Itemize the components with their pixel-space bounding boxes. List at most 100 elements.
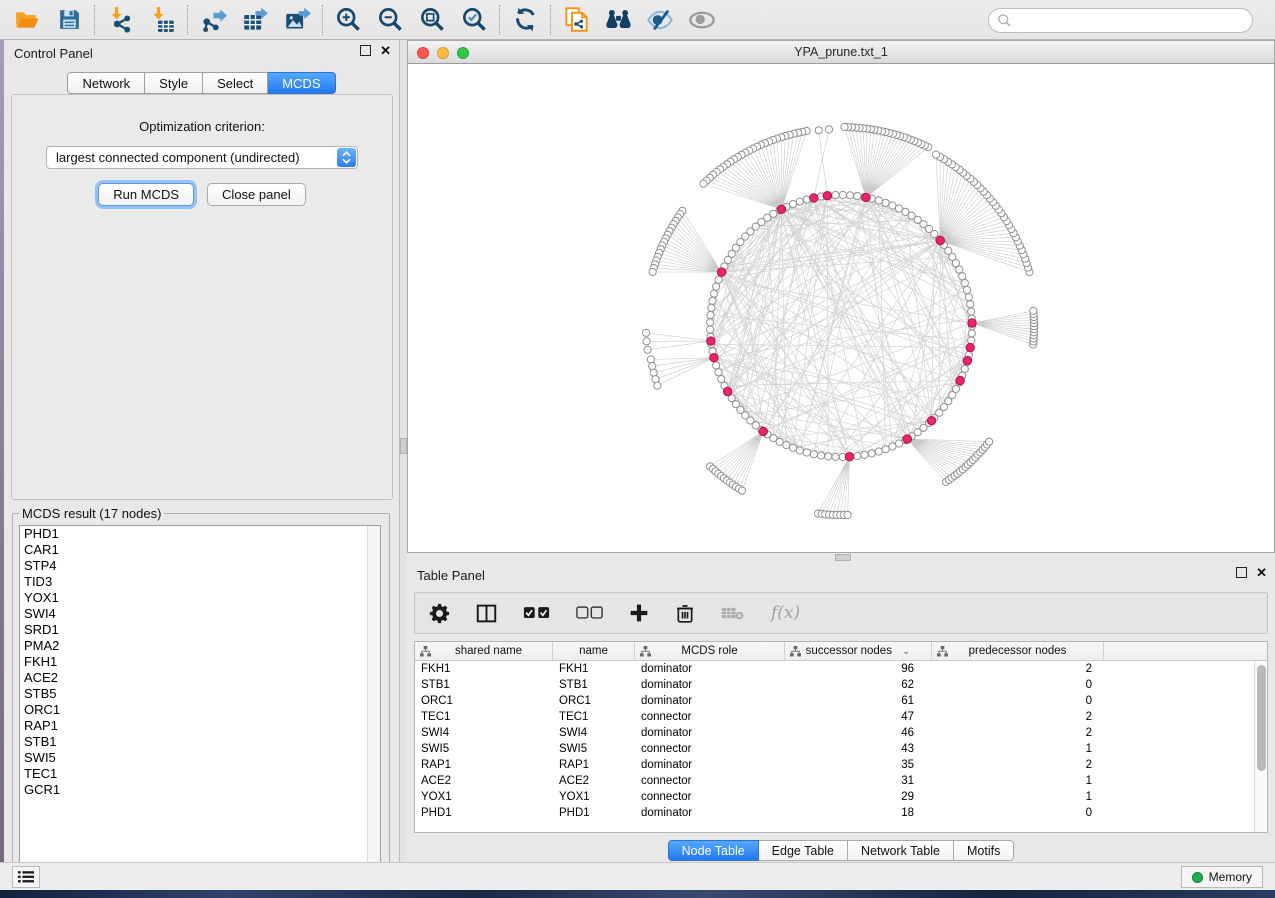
deselect-all-button[interactable] <box>576 606 603 620</box>
table-row[interactable]: ORC1ORC1dominator610 <box>415 693 1255 709</box>
import-network-button[interactable] <box>99 2 141 38</box>
column-header-predecessor-nodes[interactable]: predecessor nodes <box>932 642 1104 660</box>
network-window: YPA_prune.txt_1 <box>407 40 1275 553</box>
zoom-in-button[interactable] <box>327 2 369 38</box>
tab-edge-table[interactable]: Edge Table <box>759 840 848 861</box>
table-row[interactable]: TEC1TEC1connector472 <box>415 709 1255 725</box>
table-cell: connector <box>635 791 785 803</box>
network-graph[interactable] <box>408 64 1274 552</box>
close-mcds-panel-button[interactable]: Close panel <box>207 183 306 206</box>
close-panel-button[interactable]: ✕ <box>380 45 391 56</box>
task-history-button[interactable] <box>12 866 40 888</box>
list-item[interactable]: PHD1 <box>20 526 380 542</box>
table-scrollbar[interactable] <box>1254 661 1267 832</box>
find-neighbors-button[interactable] <box>597 2 639 38</box>
apply-function-button[interactable]: f(x) <box>771 603 800 623</box>
mcds-result-list[interactable]: PHD1 CAR1 STP4 TID3 YOX1 SWI4 SRD1 PMA2 … <box>19 525 381 877</box>
list-item[interactable]: GCR1 <box>20 782 380 798</box>
list-item[interactable]: ACE2 <box>20 670 380 686</box>
list-item[interactable]: STB5 <box>20 686 380 702</box>
memory-button[interactable]: Memory <box>1181 866 1263 888</box>
column-header-mcds-role[interactable]: MCDS role <box>635 642 785 660</box>
table-row[interactable]: STB1STB1dominator620 <box>415 677 1255 693</box>
refresh-icon <box>512 6 539 33</box>
horizontal-splitter[interactable] <box>407 553 1275 562</box>
zoom-selected-button[interactable] <box>453 2 495 38</box>
tab-select[interactable]: Select <box>203 72 268 94</box>
float-panel-button[interactable] <box>360 45 371 56</box>
list-scrollbar[interactable] <box>367 526 380 876</box>
zoom-out-button[interactable] <box>369 2 411 38</box>
table-row[interactable]: SWI5SWI5connector431 <box>415 741 1255 757</box>
list-item[interactable]: TID3 <box>20 574 380 590</box>
tab-mcds[interactable]: MCDS <box>268 72 335 94</box>
float-panel-button[interactable] <box>1236 567 1247 578</box>
delete-column-button[interactable] <box>675 603 695 624</box>
network-view[interactable] <box>407 64 1275 553</box>
window-close-button[interactable] <box>417 47 429 59</box>
show-all-button[interactable] <box>681 2 723 38</box>
table-row[interactable]: PHD1PHD1dominator180 <box>415 805 1255 821</box>
list-item[interactable]: TEC1 <box>20 766 380 782</box>
zoom-fit-button[interactable] <box>411 2 453 38</box>
column-header-successor-nodes[interactable]: successor nodes ⌄ <box>785 642 932 660</box>
table-cell: SWI5 <box>415 743 553 755</box>
export-network-button[interactable] <box>192 2 234 38</box>
network-window-titlebar[interactable]: YPA_prune.txt_1 <box>407 40 1275 64</box>
duplicate-network-button[interactable] <box>555 2 597 38</box>
table-header-row: shared name name MCDS role successor nod… <box>415 642 1267 661</box>
window-zoom-button[interactable] <box>457 47 469 59</box>
tab-network-table[interactable]: Network Table <box>848 840 954 861</box>
optimization-criterion-select[interactable]: largest connected component (undirected) <box>46 146 358 169</box>
eye-icon <box>688 6 716 34</box>
run-mcds-button[interactable]: Run MCDS <box>98 183 194 206</box>
export-table-button[interactable] <box>234 2 276 38</box>
table-row[interactable]: ACE2ACE2connector311 <box>415 773 1255 789</box>
column-header-name[interactable]: name <box>553 642 635 660</box>
export-table-icon <box>242 6 269 33</box>
table-row[interactable]: SWI4SWI4dominator462 <box>415 725 1255 741</box>
import-table-button[interactable] <box>141 2 183 38</box>
list-item[interactable]: RAP1 <box>20 718 380 734</box>
tab-style[interactable]: Style <box>145 72 203 94</box>
column-header-shared-name[interactable]: shared name <box>415 642 553 660</box>
window-minimize-button[interactable] <box>437 47 449 59</box>
list-item[interactable]: STP4 <box>20 558 380 574</box>
list-item[interactable]: SRD1 <box>20 622 380 638</box>
refresh-button[interactable] <box>504 2 546 38</box>
list-item[interactable]: PMA2 <box>20 638 380 654</box>
list-item[interactable]: ORC1 <box>20 702 380 718</box>
table-row[interactable]: YOX1YOX1connector291 <box>415 789 1255 805</box>
table-row[interactable]: RAP1RAP1dominator352 <box>415 757 1255 773</box>
table-settings-button[interactable] <box>429 603 450 624</box>
add-column-button[interactable] <box>629 603 649 623</box>
search-input[interactable] <box>988 8 1253 33</box>
export-image-button[interactable] <box>276 2 318 38</box>
splitter-handle[interactable] <box>835 554 851 561</box>
splitter-handle[interactable] <box>400 438 407 454</box>
select-all-button[interactable] <box>523 606 550 620</box>
table-row[interactable]: FKH1FKH1dominator962 <box>415 661 1255 677</box>
tab-network[interactable]: Network <box>67 72 145 94</box>
split-columns-button[interactable] <box>476 603 497 624</box>
vertical-splitter[interactable] <box>400 40 407 862</box>
tab-node-table[interactable]: Node Table <box>668 840 759 861</box>
open-session-button[interactable] <box>6 2 48 38</box>
toolbar-separator <box>499 5 500 35</box>
close-panel-button[interactable]: ✕ <box>1256 567 1267 578</box>
list-item[interactable]: YOX1 <box>20 590 380 606</box>
hierarchy-icon <box>640 646 651 657</box>
list-item[interactable]: FKH1 <box>20 654 380 670</box>
delete-table-button[interactable] <box>721 605 745 621</box>
scrollbar-thumb[interactable] <box>1257 665 1266 771</box>
list-item[interactable]: STB1 <box>20 734 380 750</box>
save-session-button[interactable] <box>48 2 90 38</box>
table-cell: SWI4 <box>415 727 553 739</box>
list-item[interactable]: CAR1 <box>20 542 380 558</box>
list-item[interactable]: SWI4 <box>20 606 380 622</box>
hide-selected-button[interactable] <box>639 2 681 38</box>
list-item[interactable]: SWI5 <box>20 750 380 766</box>
tab-motifs[interactable]: Motifs <box>954 840 1014 861</box>
table-panel: Table Panel ✕ <box>407 562 1275 862</box>
control-panel: Control Panel ✕ Network Style Select MCD… <box>4 40 400 862</box>
